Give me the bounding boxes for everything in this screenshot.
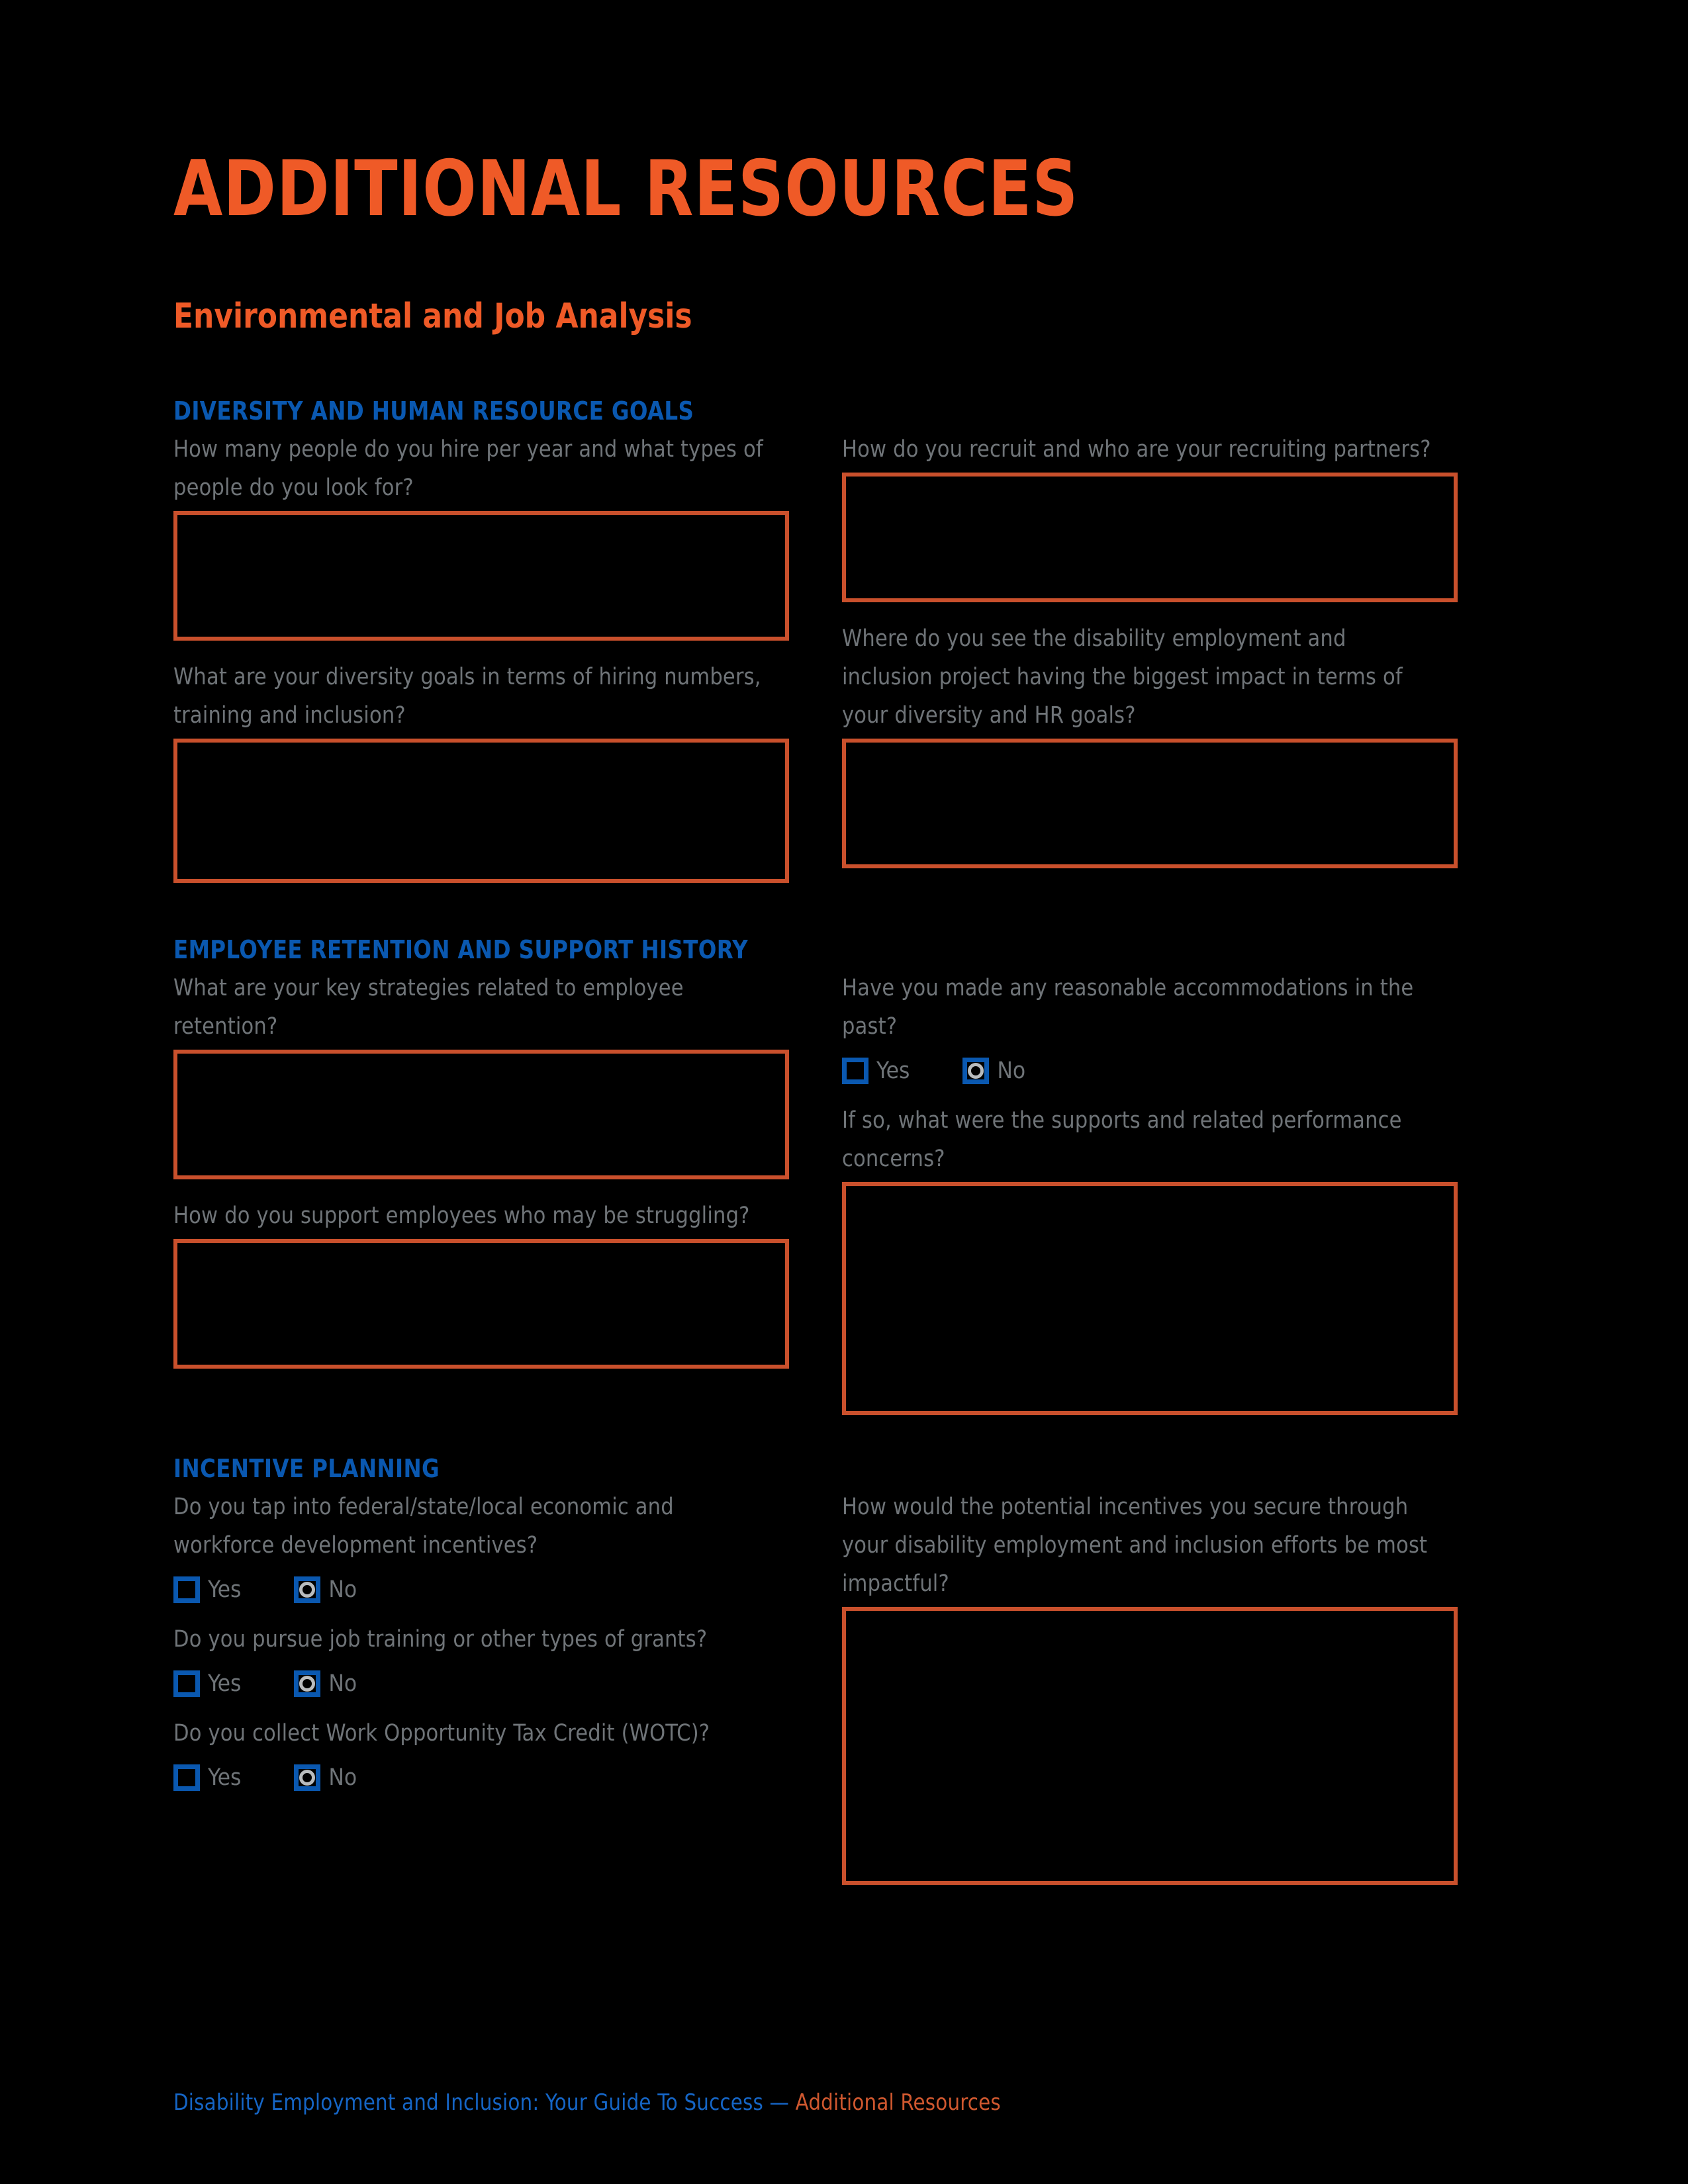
answer-textbox[interactable]: [173, 1239, 789, 1369]
checkbox-unchecked-icon[interactable]: [173, 1764, 200, 1791]
answer-textbox[interactable]: [173, 511, 789, 641]
section-diversity-hr-goals: DIVERSITY AND HUMAN RESOURCE GOALS How m…: [173, 397, 1688, 900]
question-label: Do you pursue job training or other type…: [173, 1626, 708, 1653]
choice-label-yes: Yes: [208, 1764, 242, 1791]
yes-no-choice-group: Yes No: [173, 1571, 789, 1608]
question-label: Do you tap into federal/state/local econ…: [173, 1494, 674, 1559]
checkbox-unchecked-icon[interactable]: [173, 1670, 200, 1697]
section-heading: DIVERSITY AND HUMAN RESOURCE GOALS: [173, 396, 694, 426]
section-columns: How many people do you hire per year and…: [173, 430, 1688, 900]
choice-label-yes: Yes: [876, 1057, 910, 1084]
ring-marker-icon: [968, 1063, 984, 1079]
choice-label-no: No: [328, 1576, 357, 1603]
ring-marker-icon: [299, 1770, 316, 1786]
choice-yes[interactable]: Yes: [173, 1576, 241, 1603]
question-label: Have you made any reasonable accommodati…: [842, 975, 1414, 1040]
footer-guide-text: Disability Employment and Inclusion: You…: [173, 2089, 796, 2116]
section-heading: INCENTIVE PLANNING: [173, 1454, 440, 1483]
choice-label-yes: Yes: [208, 1576, 242, 1603]
section-heading: EMPLOYEE RETENTION AND SUPPORT HISTORY: [173, 935, 749, 964]
column-right: Have you made any reasonable accommodati…: [842, 969, 1458, 1432]
column-left: What are your key strategies related to …: [173, 969, 789, 1386]
question-label: Do you collect Work Opportunity Tax Cred…: [173, 1720, 710, 1747]
section-columns: What are your key strategies related to …: [173, 969, 1688, 1432]
page-title: ADDITIONAL RESOURCES: [173, 144, 1079, 234]
checkbox-unchecked-icon[interactable]: [842, 1058, 868, 1084]
form-content: DIVERSITY AND HUMAN RESOURCE GOALS How m…: [173, 397, 1688, 1902]
footer: Disability Employment and Inclusion: You…: [173, 2091, 1001, 2114]
choice-label-no: No: [328, 1670, 357, 1697]
choice-yes[interactable]: Yes: [173, 1670, 241, 1697]
yes-no-choice-group: Yes No: [173, 1759, 789, 1796]
section-columns: Do you tap into federal/state/local econ…: [173, 1488, 1688, 1902]
column-right: How would the potential incentives you s…: [842, 1488, 1458, 1902]
yes-no-choice-group: Yes No: [842, 1052, 1458, 1089]
answer-textbox[interactable]: [842, 739, 1458, 868]
choice-no[interactable]: No: [294, 1670, 357, 1697]
yes-no-choice-group: Yes No: [173, 1665, 789, 1702]
ring-marker-icon: [299, 1676, 316, 1692]
choice-label-no: No: [997, 1057, 1026, 1084]
column-right: How do you recruit and who are your recr…: [842, 430, 1458, 886]
section-employee-retention: EMPLOYEE RETENTION AND SUPPORT HISTORY W…: [173, 936, 1688, 1432]
answer-textbox[interactable]: [173, 739, 789, 883]
choice-yes[interactable]: Yes: [842, 1058, 910, 1084]
choice-label-no: No: [328, 1764, 357, 1791]
choice-no[interactable]: No: [962, 1058, 1025, 1084]
question-label: How do you recruit and who are your recr…: [842, 436, 1431, 463]
checkbox-selected-icon[interactable]: [294, 1576, 321, 1603]
question-label: How do you support employees who may be …: [173, 1203, 750, 1229]
page-root: ADDITIONAL RESOURCES Environmental and J…: [0, 0, 1688, 2184]
question-label: Where do you see the disability employme…: [842, 625, 1403, 729]
checkbox-selected-icon[interactable]: [294, 1764, 321, 1791]
checkbox-unchecked-icon[interactable]: [173, 1576, 200, 1603]
question-label: What are your key strategies related to …: [173, 975, 684, 1040]
question-label: How would the potential incentives you s…: [842, 1494, 1428, 1597]
column-left: Do you tap into federal/state/local econ…: [173, 1488, 789, 1808]
choice-yes[interactable]: Yes: [173, 1764, 241, 1791]
choice-no[interactable]: No: [294, 1576, 357, 1603]
answer-textbox[interactable]: [842, 1182, 1458, 1415]
footer-section-text: Additional Resources: [795, 2089, 1001, 2116]
checkbox-selected-icon[interactable]: [962, 1058, 990, 1084]
ring-marker-icon: [299, 1582, 316, 1598]
answer-textbox[interactable]: [173, 1050, 789, 1179]
question-label: What are your diversity goals in terms o…: [173, 664, 761, 729]
answer-textbox[interactable]: [842, 473, 1458, 602]
question-label: If so, what were the supports and relate…: [842, 1107, 1402, 1172]
column-left: How many people do you hire per year and…: [173, 430, 789, 900]
section-incentive-planning: INCENTIVE PLANNING Do you tap into feder…: [173, 1455, 1688, 1902]
choice-label-yes: Yes: [208, 1670, 242, 1697]
checkbox-selected-icon[interactable]: [294, 1670, 321, 1697]
answer-textbox[interactable]: [842, 1607, 1458, 1885]
page-subtitle: Environmental and Job Analysis: [173, 296, 692, 336]
question-label: How many people do you hire per year and…: [173, 436, 763, 501]
choice-no[interactable]: No: [294, 1764, 357, 1791]
